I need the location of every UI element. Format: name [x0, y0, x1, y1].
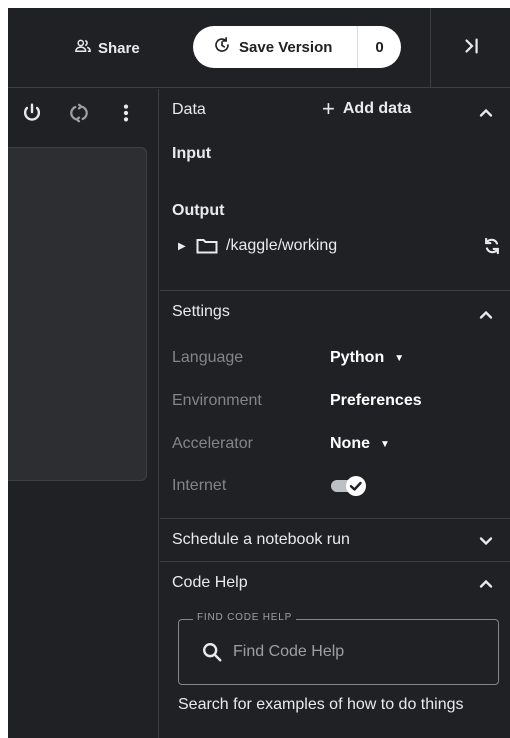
- output-folder-row[interactable]: ▶ /kaggle/working: [178, 234, 500, 258]
- folder-icon: [196, 238, 218, 254]
- accelerator-select[interactable]: None ▼: [330, 435, 390, 453]
- dropdown-arrow-icon: ▼: [380, 438, 390, 450]
- add-data-label: Add data: [342, 100, 412, 117]
- code-help-title: Code Help: [172, 574, 248, 591]
- save-version-button[interactable]: Save Version: [193, 26, 357, 68]
- environment-value: Preferences: [330, 392, 422, 409]
- right-sidebar: Data + Add data Input Output ▶ /kaggle/w…: [160, 89, 510, 738]
- collapse-sidebar-button[interactable]: [456, 34, 488, 62]
- schedule-section[interactable]: Schedule a notebook run: [160, 519, 510, 562]
- top-bar: Share Save Version 0: [8, 8, 510, 88]
- find-code-help-field: FIND CODE HELP: [178, 612, 499, 685]
- data-section-title: Data: [172, 101, 206, 118]
- kaggle-notebook-editor: Share Save Version 0 Data + Add data Inp…: [8, 8, 510, 738]
- history-icon: [213, 36, 231, 58]
- chevron-up-icon[interactable]: [476, 305, 496, 325]
- output-path: /kaggle/working: [226, 237, 338, 254]
- refresh-icon[interactable]: [482, 236, 502, 256]
- plus-icon: +: [322, 96, 335, 121]
- accelerator-label: Accelerator: [172, 435, 253, 452]
- language-select[interactable]: Python ▼: [330, 349, 404, 367]
- save-version-label: Save Version: [239, 38, 333, 56]
- save-version-count[interactable]: 0: [358, 26, 401, 68]
- editor-pane: [8, 89, 159, 738]
- input-label: Input: [172, 145, 212, 162]
- sync-icon[interactable]: [67, 101, 91, 125]
- output-label: Output: [172, 202, 225, 219]
- find-code-help-legend: FIND CODE HELP: [193, 612, 297, 623]
- more-vert-icon[interactable]: [114, 101, 138, 125]
- screenshot-frame: Share Save Version 0 Data + Add data Inp…: [0, 0, 510, 738]
- internet-label: Internet: [172, 477, 227, 494]
- expand-arrow-icon[interactable]: ▶: [178, 241, 190, 252]
- language-label: Language: [172, 349, 244, 366]
- people-icon: [74, 37, 92, 59]
- chevron-up-icon[interactable]: [476, 103, 496, 123]
- settings-title: Settings: [172, 303, 230, 320]
- find-code-help-input[interactable]: [233, 638, 483, 666]
- topbar-divider: [430, 8, 431, 88]
- last-page-icon: [461, 35, 483, 62]
- search-icon: [201, 641, 223, 663]
- environment-preferences-link[interactable]: Preferences: [330, 392, 422, 410]
- share-label: Share: [98, 39, 140, 57]
- environment-label: Environment: [172, 392, 262, 409]
- chevron-up-icon[interactable]: [476, 574, 496, 594]
- chevron-down-icon[interactable]: [476, 531, 496, 551]
- language-value: Python: [330, 349, 385, 366]
- add-data-button[interactable]: + Add data: [322, 96, 412, 121]
- share-button[interactable]: Share: [74, 34, 140, 62]
- code-help-helper-text: Search for examples of how to do things: [178, 696, 464, 713]
- session-toolbar: [8, 89, 158, 137]
- internet-toggle[interactable]: [330, 476, 368, 496]
- power-icon[interactable]: [20, 101, 44, 125]
- accelerator-value: None: [330, 435, 370, 452]
- schedule-title: Schedule a notebook run: [172, 531, 350, 548]
- dropdown-arrow-icon: ▼: [394, 352, 405, 364]
- settings-section: Settings Language Python ▼ Environment P…: [160, 291, 510, 519]
- save-version-group: Save Version 0: [193, 26, 401, 68]
- code-help-section: Code Help FIND CODE HELP Search for exam…: [160, 562, 510, 736]
- data-section: Data + Add data Input Output ▶ /kaggle/w…: [160, 89, 510, 291]
- code-cell[interactable]: [8, 147, 147, 481]
